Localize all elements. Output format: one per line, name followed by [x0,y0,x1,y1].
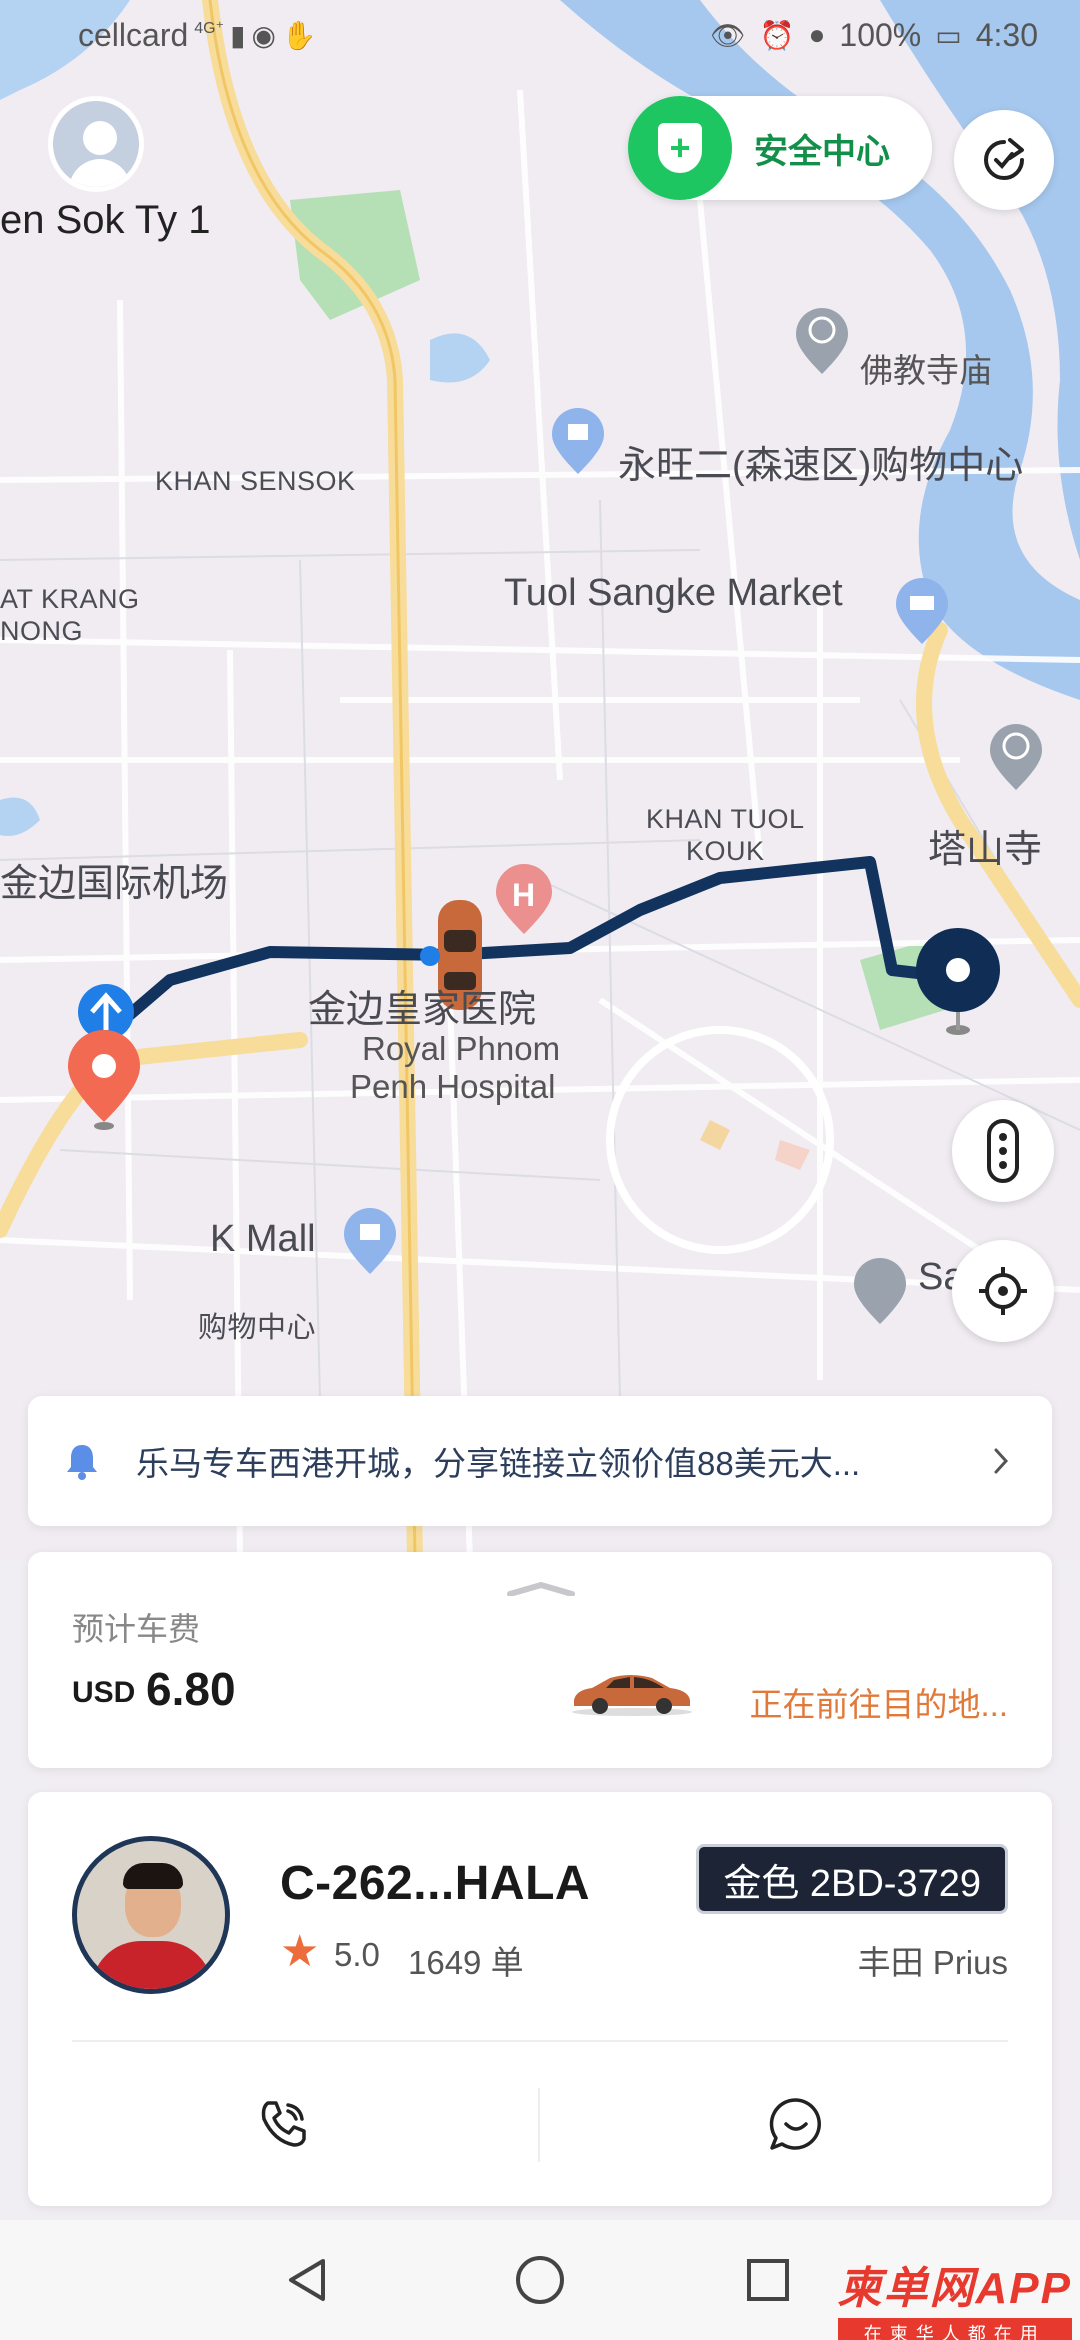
eye-icon: 👁 [710,19,746,51]
share-trip-button[interactable] [954,110,1054,210]
fare-card[interactable]: 预计车费 USD 6.80 正在前往目的地... [28,1552,1052,1768]
star-icon: ★ [280,1927,320,1976]
drag-handle[interactable] [506,1582,576,1596]
network-type: 4G⁺ [194,20,225,37]
user-name: en Sok Ty 1 [0,198,211,242]
fare-label: 预计车费 [72,1611,201,1647]
shield-plus-icon: + [658,123,702,173]
status-bar: cellcard 4G⁺ ▮ ◉ ✋ 👁 ⏰ ● 100% ▭ 4:30 [0,0,1080,70]
chevron-right-icon [994,1448,1009,1474]
locate-me-button[interactable] [952,1240,1054,1342]
gesture-icon: ✋ [281,19,317,51]
location-icon: ● [808,19,826,50]
map-label-kouk: KOUK [686,836,765,866]
fare-currency: USD [72,1676,136,1709]
nav-recents-button[interactable] [730,2242,806,2318]
recents-icon [747,2259,789,2301]
watermark-logo: 柬单网APP 在柬华人都在用 [837,2252,1072,2340]
car-model: 丰田 Prius [857,1944,1008,1981]
license-plate: 金色 2BD-3729 [696,1844,1008,1914]
driver-photo-shirt [91,1941,213,1989]
map-label-hospital-en-1: Royal Phnom [362,1030,561,1067]
alarm-icon: ⏰ [759,19,795,51]
destination-pin [916,928,1000,1035]
driver-photo[interactable] [72,1836,230,1994]
safety-center-label: 安全中心 [754,132,890,171]
chat-icon [769,2098,821,2150]
traffic-toggle-button[interactable] [952,1100,1054,1202]
bell-icon [67,1445,97,1480]
user-avatar[interactable] [48,96,144,192]
signal-icon: ▮ [230,19,246,51]
map-label-hospital-cn: 金边皇家医院 [308,989,537,1031]
sa-poi-pin [854,1258,906,1324]
promo-notice-bar[interactable]: 乐马专车西港开城，分享链接立领价值88美元大... [28,1396,1052,1526]
battery-percent: 100% [839,16,922,53]
driver-rating: 5.0 [334,1936,380,1973]
map-label-kmall-cn: 购物中心 [198,1312,317,1344]
driver-card: C-262...HALA ★ 5.0 1649 单 金色 2BD-3729 丰田… [28,1792,1052,2206]
phone-icon [261,2101,306,2147]
temple-pin-2 [990,724,1042,790]
kmall-pin [344,1208,396,1274]
driver-name: C-262...HALA [280,1857,591,1910]
map-label-khan-sensok: KHAN SENSOK [155,466,356,496]
map-label-at-krang: AT KRANG [0,584,140,614]
watermark-main: 柬单网APP [837,2264,1072,2313]
map-label-wat-phnom: 塔山寺 [928,829,1043,871]
call-driver-button[interactable] [28,2042,538,2206]
driver-photo-hair [123,1863,183,1889]
map-label-kmall: K Mall [210,1218,316,1260]
map-label-tuol-sangke: Tuol Sangke Market [504,572,843,614]
avatar-head [83,121,117,155]
map-label-khan-tuol: KHAN TUOL [646,804,805,834]
map-label-hospital-en-2: Penh Hospital [350,1068,556,1105]
mall-pin-1 [552,408,604,474]
driver-order-count: 1649 单 [408,1944,524,1981]
carrier-label: cellcard [78,16,189,53]
nav-back-button[interactable] [270,2242,346,2318]
safety-center-button[interactable]: + 安全中心 [628,96,932,200]
clock: 4:30 [975,16,1038,53]
nav-home-button[interactable] [502,2242,578,2318]
map-label-airport: 金边国际机场 [0,863,229,905]
traffic-light-icon [987,1119,1019,1183]
map-label-buddhist-temple: 佛教寺庙 [860,352,992,389]
back-icon [289,2259,325,2301]
shield-icon-wrap: + [628,96,732,200]
map-label-aeon-mall: 永旺二(森速区)购物中心 [618,445,1024,487]
hospital-pin: H [496,864,552,934]
message-driver-button[interactable] [540,2042,1052,2206]
fare-amount: 6.80 [146,1663,236,1715]
promo-notice-text: 乐马专车西港开城，分享链接立领价值88美元大... [136,1445,861,1482]
svg-text:H: H [512,877,535,913]
privacy-icon: ◉ [251,19,276,51]
share-trip-icon [984,138,1024,180]
battery-icon: ▭ [935,19,962,51]
trip-status: 正在前往目的地... [749,1686,1008,1723]
crosshair-icon [979,1267,1027,1315]
watermark-sub: 在柬华人都在用 [837,2318,1072,2340]
car-illustration [572,1675,692,1716]
temple-pin-1 [796,308,848,374]
home-icon [516,2256,564,2304]
map-label-nong: NONG [0,616,83,646]
